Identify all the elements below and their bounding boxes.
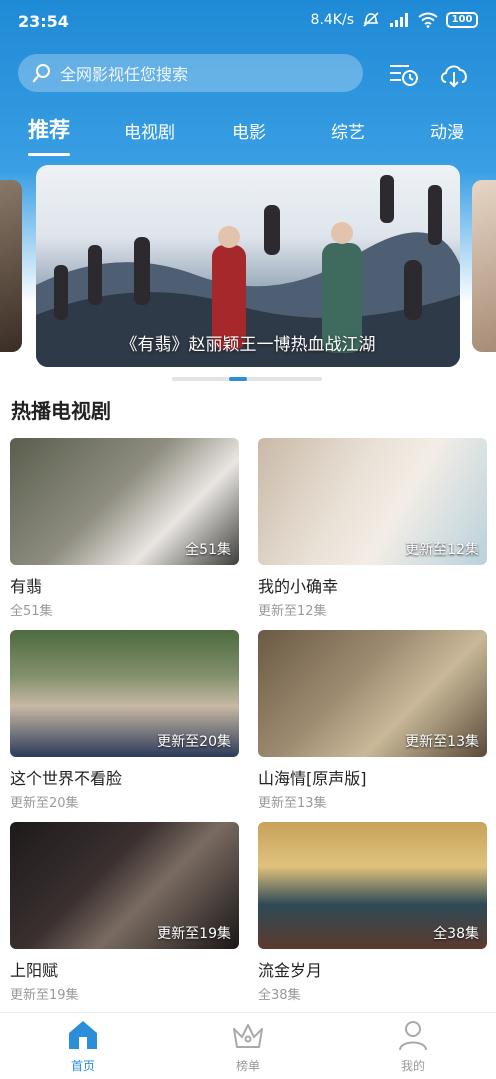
tab-movies[interactable]: 电影 [232,118,266,143]
status-time: 23:54 [18,12,69,31]
history-list-icon[interactable] [387,58,419,90]
search-icon [32,64,50,83]
episode-badge: 更新至19集 [157,926,231,942]
nav-home[interactable]: 首页 [43,1019,123,1074]
drama-poster: 更新至12集 [258,438,487,565]
drama-card[interactable]: 更新至12集 我的小确幸 更新至12集 [258,438,487,619]
nav-ranking-label: 榜单 [235,1059,260,1073]
nav-ranking[interactable]: 榜单 [208,1019,288,1074]
drama-episodes: 更新至20集 [10,796,79,811]
episode-badge: 更新至20集 [157,734,231,750]
tab-anime[interactable]: 动漫 [430,118,464,143]
episode-badge: 更新至12集 [405,542,479,558]
drama-title: 这个世界不看脸 [10,769,123,788]
nav-home-label: 首页 [70,1059,95,1073]
drama-poster: 全51集 [10,438,239,565]
drama-card[interactable]: 全38集 流金岁月 全38集 [258,822,487,1003]
drama-title: 上阳赋 [10,961,59,980]
network-speed: 8.4K/s [310,12,354,28]
search-placeholder: 全网影视任您搜索 [60,65,189,84]
status-bar: 23:54 8.4K/s 100 [0,0,496,44]
drama-title: 我的小确幸 [258,577,339,596]
drama-card[interactable]: 全51集 有翡 全51集 [10,438,239,619]
battery-indicator: 100 [446,12,478,28]
section-title: 热播电视剧 [11,399,111,423]
user-icon [399,1021,427,1051]
drama-episodes: 更新至12集 [258,604,327,619]
nav-profile-label: 我的 [400,1059,425,1073]
home-icon [69,1021,97,1049]
carousel-indicator-active [229,377,247,381]
search-input[interactable]: 全网影视任您搜索 [18,54,363,92]
drama-episodes: 更新至19集 [10,988,79,1003]
crown-icon [233,1024,263,1048]
banner-caption: 《有翡》赵丽颖王一博热血战江湖 [120,335,376,355]
episode-badge: 更新至13集 [405,734,479,750]
drama-episodes: 全38集 [258,988,301,1003]
nav-profile[interactable]: 我的 [373,1019,453,1074]
drama-title: 有翡 [10,577,43,596]
drama-poster: 更新至19集 [10,822,239,949]
wifi-icon [418,12,438,28]
category-tabs: 推荐 电视剧 电影 综艺 动漫 [0,110,496,156]
banner-prev-slide[interactable] [0,180,22,352]
episode-badge: 全38集 [433,926,479,942]
drama-poster: 更新至13集 [258,630,487,757]
drama-episodes: 全51集 [10,604,53,619]
drama-card[interactable]: 更新至20集 这个世界不看脸 更新至20集 [10,630,239,811]
cloud-download-icon[interactable] [438,58,470,90]
episode-badge: 全51集 [185,542,231,558]
drama-poster: 更新至20集 [10,630,239,757]
carousel-indicator [172,377,322,381]
drama-title: 流金岁月 [258,961,323,980]
tab-tv-series[interactable]: 电视剧 [124,118,175,143]
mute-icon [363,12,379,27]
signal-icon [390,13,408,27]
drama-title: 山海情[原声版] [258,769,367,788]
drama-episodes: 更新至13集 [258,796,327,811]
tab-variety[interactable]: 综艺 [331,118,365,143]
tab-recommend[interactable]: 推荐 [28,114,70,156]
banner-next-slide[interactable] [472,180,496,352]
drama-card[interactable]: 更新至19集 上阳赋 更新至19集 [10,822,239,1003]
banner-slide[interactable]: 《有翡》赵丽颖王一博热血战江湖 [36,165,460,367]
drama-card[interactable]: 更新至13集 山海情[原声版] 更新至13集 [258,630,487,811]
drama-poster: 全38集 [258,822,487,949]
bottom-navigation: 首页 榜单 我的 [0,1012,496,1079]
